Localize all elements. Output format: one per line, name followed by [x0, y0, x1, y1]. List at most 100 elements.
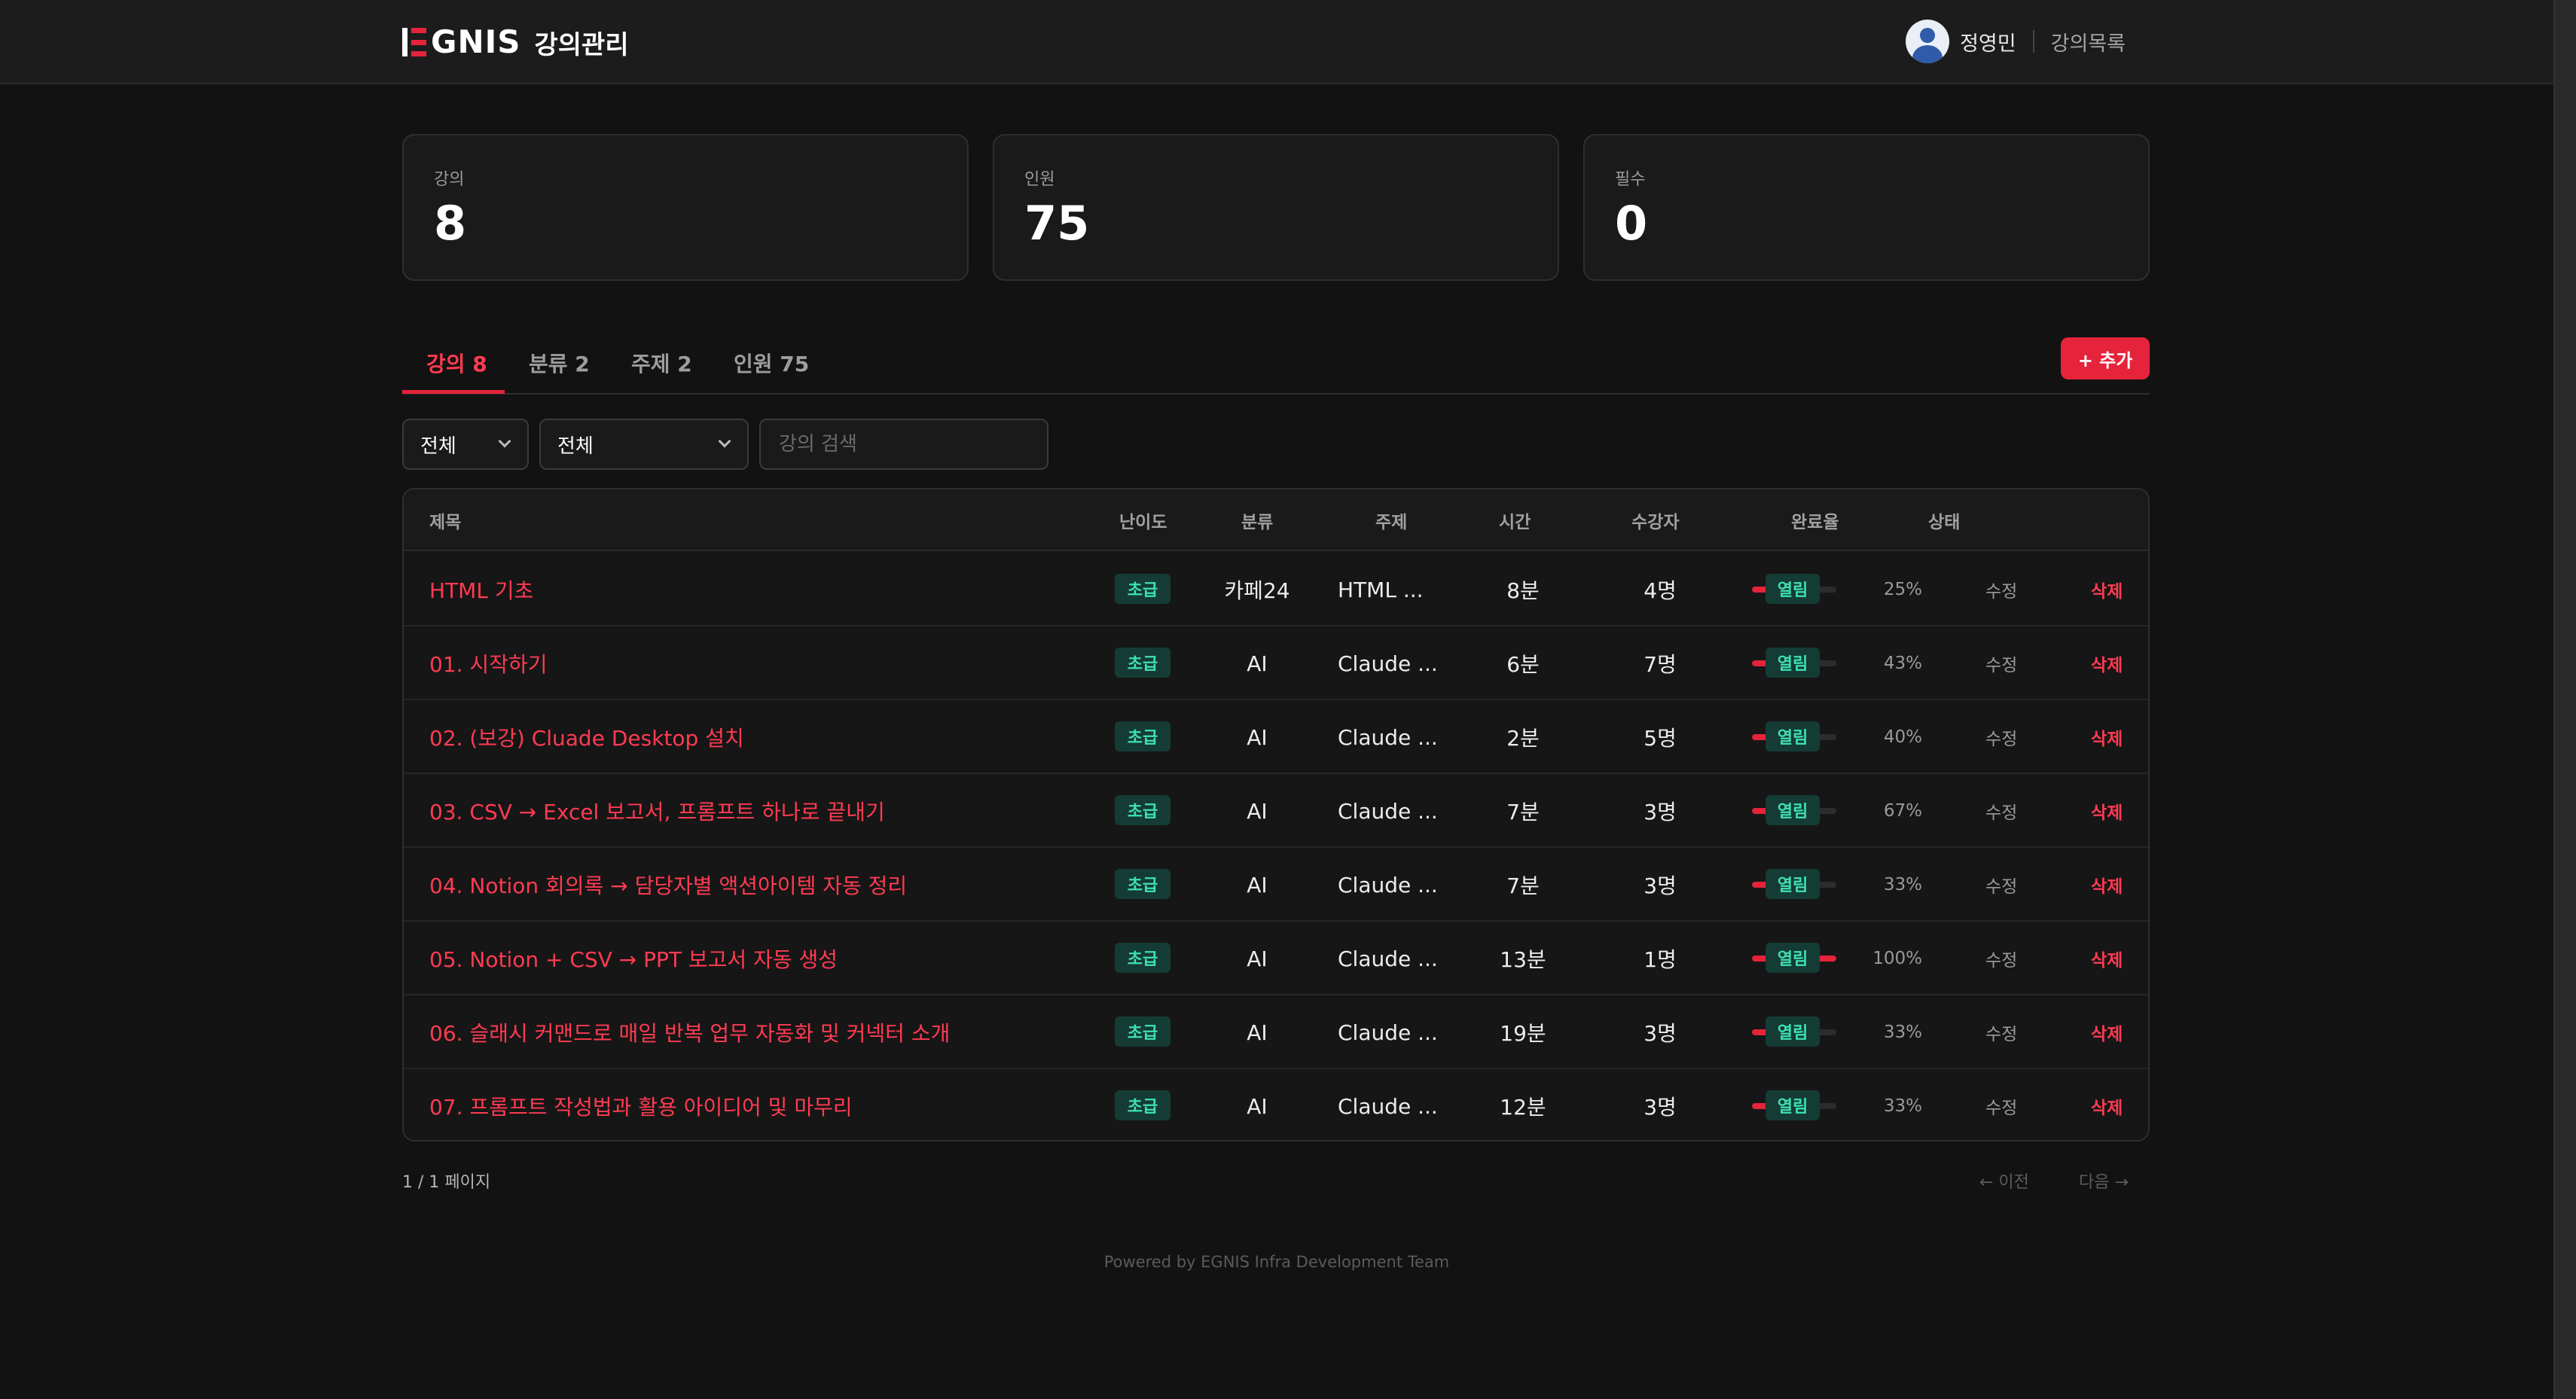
course-title-link[interactable]: HTML 기초	[429, 553, 533, 626]
course-title-link[interactable]: 07. 프롬프트 작성법과 활용 아이디어 및 마무리	[429, 1069, 853, 1140]
status-badge: 열림	[1766, 795, 1820, 825]
stat-value: 75	[1024, 196, 1090, 251]
stat-label: 강의	[434, 170, 465, 189]
table-row[interactable]: 04. Notion 회의록 → 담당자별 액션아이템 자동 정리 초급 AI Cla…	[404, 848, 2148, 922]
topic-cell: Claude ...	[1338, 798, 1438, 824]
completion-percent: 100%	[1872, 949, 1922, 968]
top-navigation-bar: GNIS 강의관리 정영민 강의목록	[0, 0, 2553, 84]
delete-button[interactable]: 삭제	[2091, 922, 2123, 995]
students-cell: 3명	[1644, 1021, 1677, 1046]
stat-card-required: 필수 0	[1583, 134, 2150, 281]
prev-page-button[interactable]: ← 이전	[1979, 1169, 2029, 1193]
delete-button[interactable]: 삭제	[2091, 700, 2123, 774]
time-cell: 7분	[1506, 873, 1540, 898]
delete-button[interactable]: 삭제	[2091, 1069, 2123, 1140]
edit-button[interactable]: 수정	[1985, 995, 2017, 1069]
category-filter-value: 전체	[420, 434, 456, 458]
table-row[interactable]: 06. 슬래시 커맨드로 매일 반복 업무 자동화 및 커넥터 소개 초급 AI Cl…	[404, 995, 2148, 1069]
footer-credit: Powered by EGNIS Infra Development Team	[1103, 1253, 1450, 1271]
stat-label: 필수	[1615, 170, 1646, 189]
column-header-completion: 완료율	[1791, 513, 1839, 532]
topic-cell: Claude ...	[1338, 946, 1438, 971]
chevron-down-icon	[718, 434, 731, 448]
status-badge: 열림	[1766, 721, 1820, 751]
user-menu: 정영민 강의목록	[1906, 18, 2126, 65]
course-search-input[interactable]	[759, 419, 1048, 470]
edit-button[interactable]: 수정	[1985, 848, 2017, 922]
status-badge: 열림	[1766, 1016, 1820, 1047]
table-row[interactable]: HTML 기초 초급 카페24 HTML ... 8분 4명 25% 열림 수정 삭제	[404, 553, 2148, 626]
app-logo[interactable]: GNIS 강의관리	[402, 23, 629, 60]
table-row[interactable]: 05. Notion + CSV → PPT 보고서 자동 생성 초급 AI Clau…	[404, 922, 2148, 995]
column-header-title: 제목	[429, 513, 462, 532]
table-header: 제목 난이도 분류 주제 시간 수강자 완료율 상태	[404, 489, 2148, 551]
delete-button[interactable]: 삭제	[2091, 848, 2123, 922]
course-title-link[interactable]: 04. Notion 회의록 → 담당자별 액션아이템 자동 정리	[429, 848, 907, 922]
category-cell: AI	[1247, 724, 1268, 750]
completion-percent: 43%	[1883, 654, 1922, 673]
topic-cell: Claude ...	[1338, 1020, 1438, 1045]
column-header-topic: 주제	[1375, 513, 1408, 532]
tab-topics[interactable]: 주제 2	[631, 348, 692, 378]
delete-button[interactable]: 삭제	[2091, 774, 2123, 848]
topic-cell: Claude ...	[1338, 651, 1438, 676]
stat-card-members: 인원 75	[993, 134, 1559, 281]
topic-filter-select[interactable]: 전체	[539, 419, 749, 470]
category-cell: AI	[1247, 946, 1268, 971]
edit-button[interactable]: 수정	[1985, 774, 2017, 848]
edit-button[interactable]: 수정	[1985, 700, 2017, 774]
user-avatar-icon[interactable]	[1906, 20, 1950, 63]
delete-button[interactable]: 삭제	[2091, 553, 2123, 626]
topic-cell: Claude ...	[1338, 872, 1438, 898]
window-scrollbar[interactable]	[2553, 0, 2576, 1399]
edit-button[interactable]: 수정	[1985, 553, 2017, 626]
students-cell: 4명	[1644, 578, 1677, 603]
table-row[interactable]: 03. CSV → Excel 보고서, 프롬프트 하나로 끝내기 초급 AI Cla…	[404, 774, 2148, 848]
course-title-link[interactable]: 06. 슬래시 커맨드로 매일 반복 업무 자동화 및 커넥터 소개	[429, 995, 950, 1069]
level-badge: 초급	[1115, 869, 1170, 899]
topic-filter-value: 전체	[557, 434, 594, 458]
table-row[interactable]: 01. 시작하기 초급 AI Claude ... 6분 7명 43% 열림 수정 삭제	[404, 626, 2148, 700]
table-row[interactable]: 07. 프롬프트 작성법과 활용 아이디어 및 마무리 초급 AI Claude ..…	[404, 1069, 2148, 1140]
course-list-link[interactable]: 강의목록	[2051, 27, 2126, 56]
edit-button[interactable]: 수정	[1985, 922, 2017, 995]
edit-button[interactable]: 수정	[1985, 626, 2017, 700]
status-badge: 열림	[1766, 1090, 1820, 1120]
tab-courses[interactable]: 강의 8	[426, 348, 487, 378]
completion-percent: 67%	[1883, 801, 1922, 821]
next-page-button[interactable]: 다음 →	[2079, 1169, 2129, 1193]
active-tab-indicator	[402, 390, 505, 394]
column-header-category: 분류	[1241, 513, 1274, 532]
level-badge: 초급	[1115, 1090, 1170, 1120]
level-badge: 초급	[1115, 1016, 1170, 1047]
table-row[interactable]: 02. (보강) Cluade Desktop 설치 초급 AI Claude ...…	[404, 700, 2148, 774]
tab-bar: 강의 8 분류 2 주제 2 인원 75	[402, 331, 2150, 395]
course-title-link[interactable]: 02. (보강) Cluade Desktop 설치	[429, 700, 744, 774]
time-cell: 19분	[1500, 1021, 1546, 1046]
column-header-time: 시간	[1499, 513, 1531, 532]
add-button[interactable]: + 추가	[2061, 337, 2150, 379]
tab-members[interactable]: 인원 75	[734, 348, 809, 378]
category-filter-select[interactable]: 전체	[402, 419, 529, 470]
course-title-link[interactable]: 01. 시작하기	[429, 626, 547, 700]
course-title-link[interactable]: 03. CSV → Excel 보고서, 프롬프트 하나로 끝내기	[429, 774, 885, 848]
course-title-link[interactable]: 05. Notion + CSV → PPT 보고서 자동 생성	[429, 922, 838, 995]
header-divider	[2032, 30, 2034, 53]
time-cell: 8분	[1506, 578, 1540, 603]
category-cell: AI	[1247, 798, 1268, 824]
category-cell: AI	[1247, 1020, 1268, 1045]
topic-cell: Claude ...	[1338, 1093, 1438, 1119]
category-cell: AI	[1247, 651, 1268, 676]
time-cell: 2분	[1506, 726, 1540, 751]
logo-text: GNIS	[431, 23, 521, 60]
user-name[interactable]: 정영민	[1960, 27, 2016, 56]
stat-value: 0	[1615, 196, 1648, 251]
column-header-status: 상태	[1928, 513, 1961, 532]
status-badge: 열림	[1766, 943, 1820, 973]
category-cell: 카페24	[1224, 578, 1290, 603]
delete-button[interactable]: 삭제	[2091, 626, 2123, 700]
tab-categories[interactable]: 분류 2	[529, 348, 590, 378]
students-cell: 3명	[1644, 873, 1677, 898]
edit-button[interactable]: 수정	[1985, 1069, 2017, 1140]
delete-button[interactable]: 삭제	[2091, 995, 2123, 1069]
